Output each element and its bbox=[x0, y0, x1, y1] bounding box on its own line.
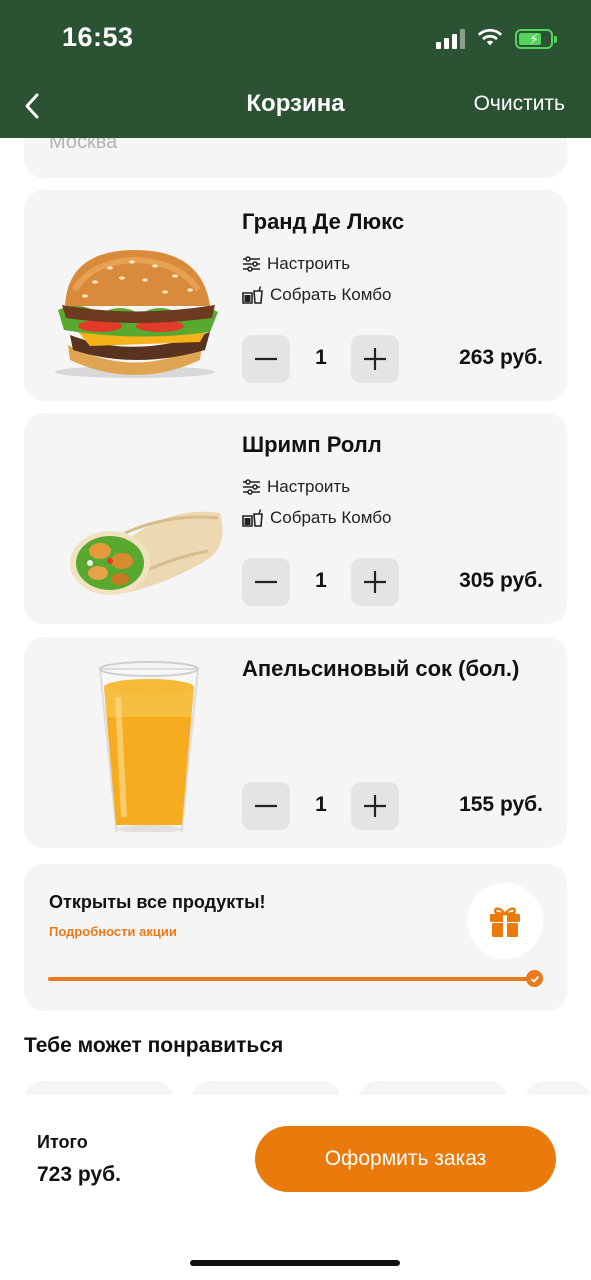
minus-icon bbox=[255, 804, 277, 808]
battery-charging-icon: ⚡ bbox=[515, 29, 557, 49]
decrease-quantity-button[interactable] bbox=[242, 335, 290, 383]
minus-icon bbox=[255, 580, 277, 584]
orange-juice-image bbox=[40, 657, 230, 848]
promo-card: Открыты все продукты! Подробности акции bbox=[24, 864, 567, 1011]
status-icons: ⚡ bbox=[436, 26, 557, 52]
customize-button[interactable]: Настроить bbox=[242, 477, 350, 497]
total-value: 723 руб. bbox=[37, 1163, 121, 1186]
checkout-footer: Итого 723 руб. Оформить заказ bbox=[0, 1095, 591, 1280]
plus-icon bbox=[364, 348, 386, 370]
recommendations-title: Тебе может понравиться bbox=[24, 1034, 284, 1057]
cart-item-orange-juice: Апельсиновый сок (бол.) 1 155 руб. bbox=[24, 637, 567, 848]
recommendation-card[interactable] bbox=[24, 1081, 174, 1095]
gift-button[interactable] bbox=[467, 883, 543, 959]
cart-content[interactable]: Москва Гранд Де Люкс Настроить Собрать К… bbox=[0, 0, 591, 1095]
customize-label: Настроить bbox=[267, 477, 351, 496]
promo-title: Открыты все продукты! bbox=[49, 892, 266, 912]
sliders-icon bbox=[242, 479, 261, 495]
item-price: 305 руб. bbox=[459, 569, 543, 592]
wifi-icon bbox=[477, 27, 503, 52]
decrease-quantity-button[interactable] bbox=[242, 782, 290, 830]
promo-progress-bar bbox=[48, 977, 538, 981]
recommendation-card[interactable] bbox=[525, 1081, 591, 1095]
quantity-value: 1 bbox=[315, 793, 327, 816]
combo-button[interactable]: Собрать Комбо bbox=[242, 285, 391, 305]
promo-progress-fill bbox=[48, 977, 538, 981]
combo-icon bbox=[242, 286, 264, 304]
plus-icon bbox=[364, 571, 386, 593]
quantity-value: 1 bbox=[315, 346, 327, 369]
increase-quantity-button[interactable] bbox=[351, 558, 399, 606]
total-label: Итого bbox=[37, 1132, 88, 1152]
plus-icon bbox=[364, 795, 386, 817]
recommendation-card[interactable] bbox=[191, 1081, 341, 1095]
cart-item-shrimp-roll: Шримп Ролл Настроить Собрать Комбо 1 305… bbox=[24, 413, 567, 624]
combo-label: Собрать Комбо bbox=[270, 508, 392, 527]
customize-label: Настроить bbox=[267, 254, 351, 273]
customize-button[interactable]: Настроить bbox=[242, 254, 350, 274]
promo-details-link[interactable]: Подробности акции bbox=[49, 924, 177, 939]
quantity-value: 1 bbox=[315, 569, 327, 592]
cart-item-grand-deluxe: Гранд Де Люкс Настроить Собрать Комбо 1 … bbox=[24, 190, 567, 401]
item-title: Гранд Де Люкс bbox=[242, 209, 405, 234]
minus-icon bbox=[255, 357, 277, 361]
clear-cart-button[interactable]: Очистить bbox=[474, 92, 565, 116]
status-time: 16:53 bbox=[62, 22, 134, 52]
sliders-icon bbox=[242, 256, 261, 272]
item-title: Шримп Ролл bbox=[242, 432, 382, 457]
item-price: 263 руб. bbox=[459, 346, 543, 369]
item-title: Апельсиновый сок (бол.) bbox=[242, 656, 520, 681]
checkout-button[interactable]: Оформить заказ bbox=[255, 1126, 556, 1192]
decrease-quantity-button[interactable] bbox=[242, 558, 290, 606]
home-indicator bbox=[190, 1260, 400, 1266]
combo-button[interactable]: Собрать Комбо bbox=[242, 508, 391, 528]
burger-image bbox=[40, 210, 230, 385]
increase-quantity-button[interactable] bbox=[351, 782, 399, 830]
increase-quantity-button[interactable] bbox=[351, 335, 399, 383]
app-header: 16:53 ⚡ Корзина Очистить bbox=[0, 0, 591, 138]
item-price: 155 руб. bbox=[459, 793, 543, 816]
cellular-signal-icon bbox=[436, 29, 465, 49]
combo-label: Собрать Комбо bbox=[270, 285, 392, 304]
shrimp-roll-image bbox=[40, 433, 230, 608]
check-icon bbox=[526, 970, 543, 987]
combo-icon bbox=[242, 509, 264, 527]
recommendation-card[interactable] bbox=[358, 1081, 508, 1095]
gift-icon bbox=[490, 907, 520, 937]
